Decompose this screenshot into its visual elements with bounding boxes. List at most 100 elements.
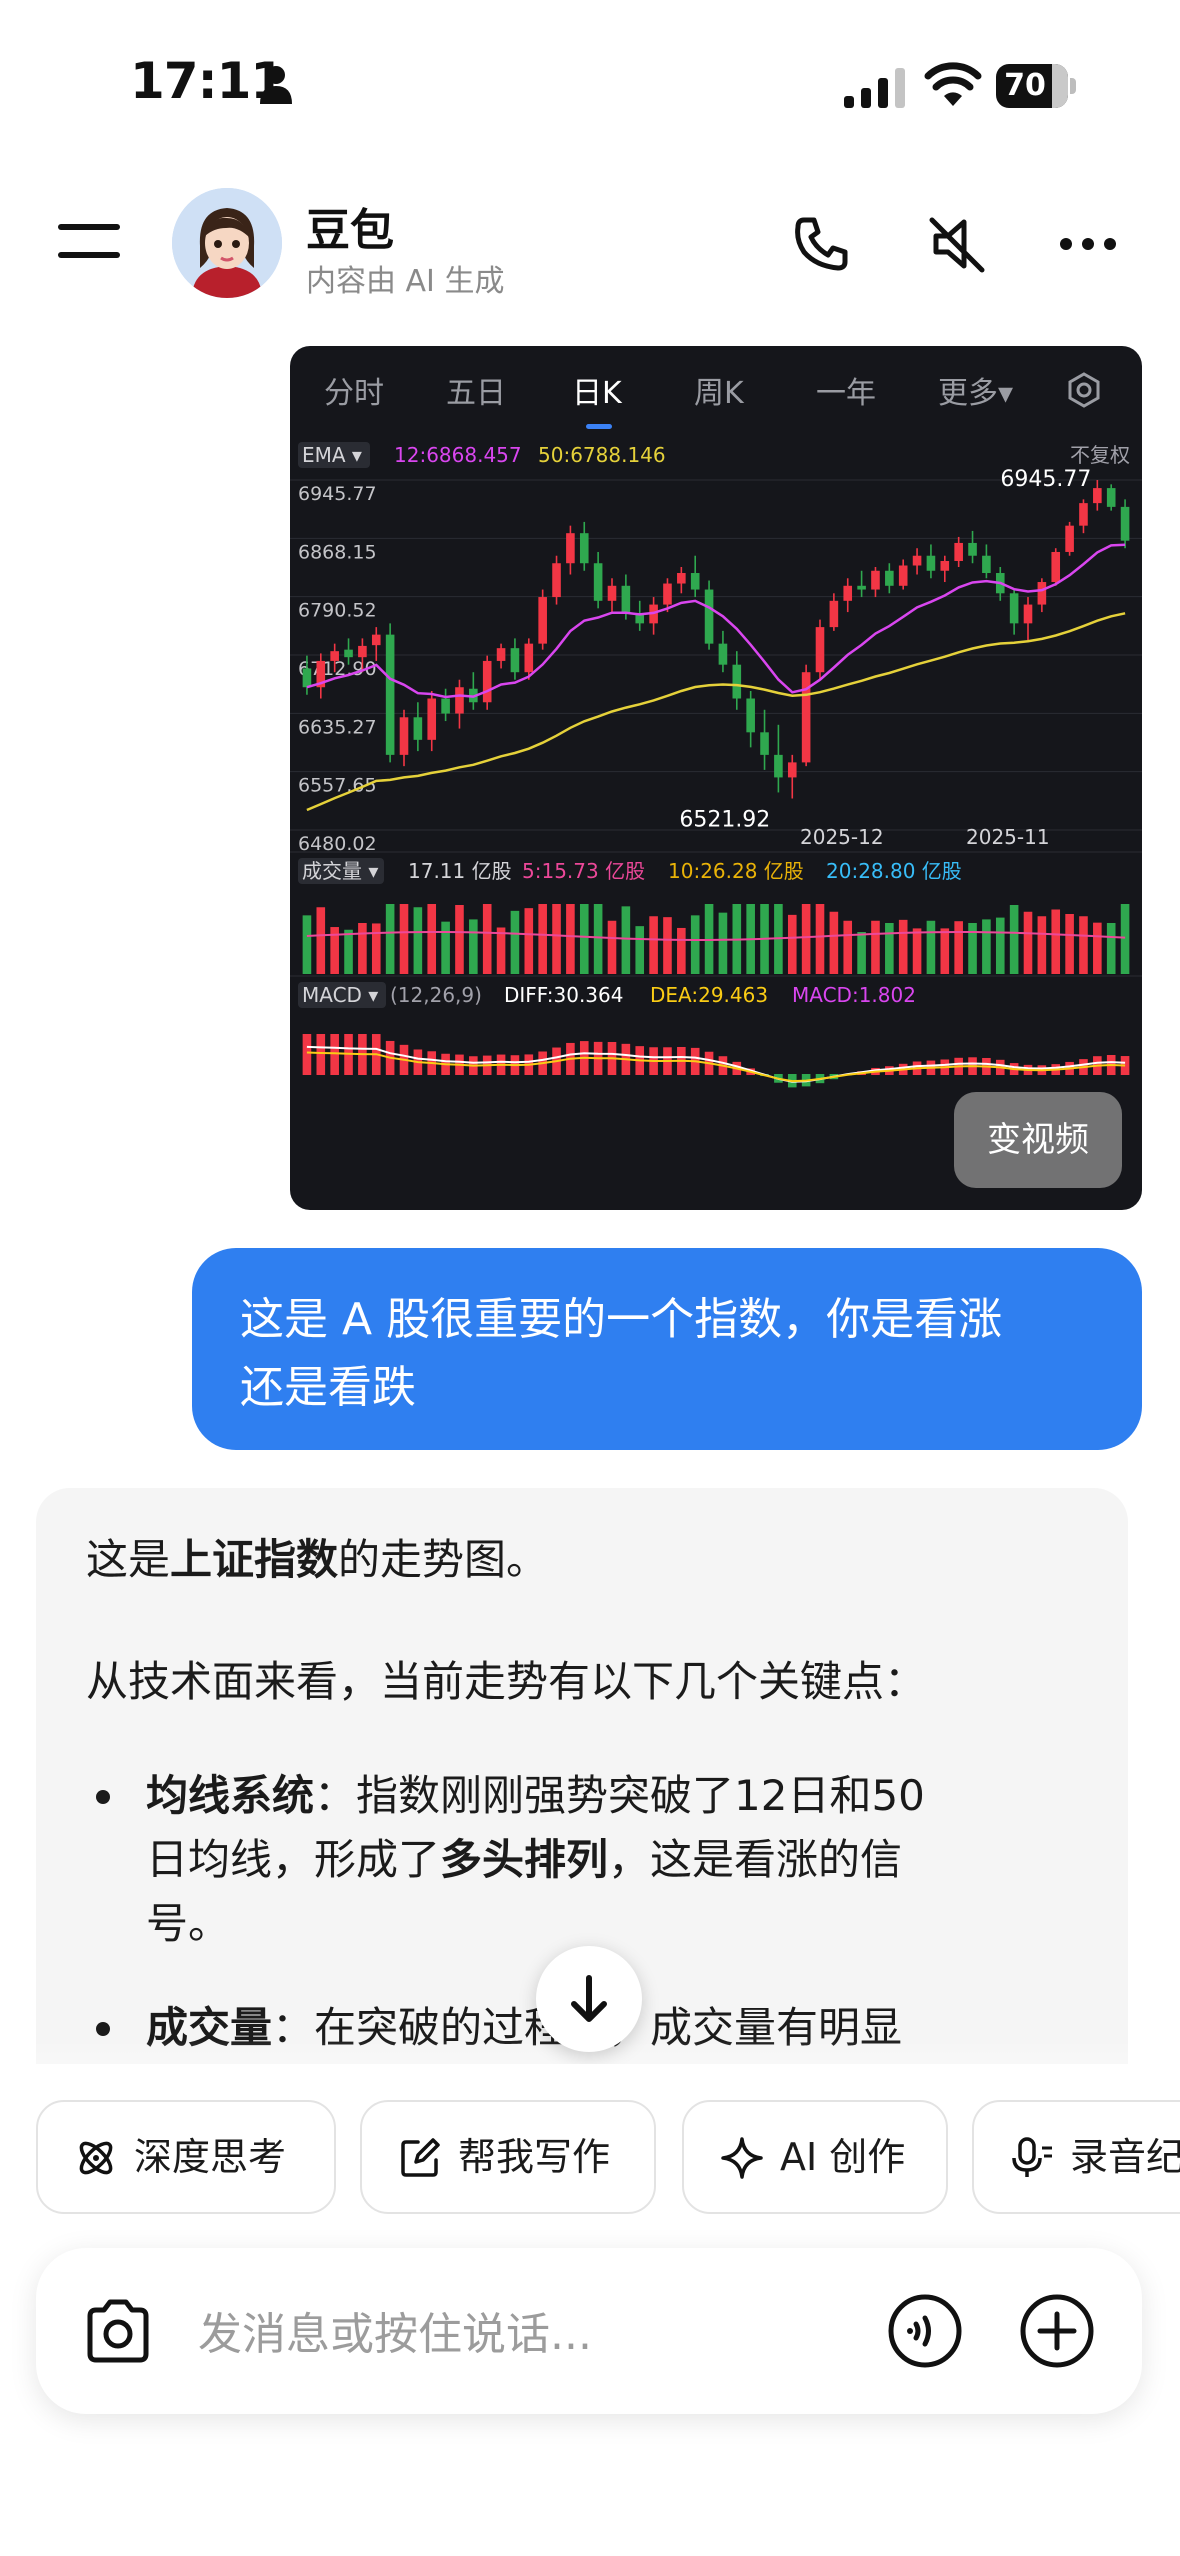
message-input[interactable]: 发消息或按住说话... xyxy=(198,2298,592,2362)
phone-icon[interactable] xyxy=(790,212,854,276)
volume-bar xyxy=(579,904,589,974)
candle-body xyxy=(843,585,853,601)
candle-body xyxy=(1079,503,1088,526)
candle-body xyxy=(968,542,977,556)
volume-bar xyxy=(787,914,797,974)
candle-body xyxy=(399,717,409,755)
volume-bar xyxy=(677,927,686,974)
macd-diff: DIFF:30.364 xyxy=(504,983,623,1007)
camera-icon[interactable] xyxy=(82,2298,154,2364)
volume-bar xyxy=(663,917,672,974)
candle-body xyxy=(815,627,825,673)
candle-body xyxy=(1093,488,1102,504)
volume-bar xyxy=(801,904,811,974)
message-input-bar[interactable]: 发消息或按住说话... xyxy=(36,2248,1142,2414)
candle-body xyxy=(1065,525,1074,552)
settings-icon xyxy=(1068,372,1100,408)
candle-body xyxy=(940,560,950,571)
user-message-bubble[interactable]: 这是 A 股很重要的一个指数，你是看涨 还是看跌 xyxy=(192,1248,1142,1450)
volume-bar xyxy=(593,904,603,974)
deep-think-button[interactable]: 深度思考 xyxy=(36,2100,336,2214)
menu-icon[interactable] xyxy=(58,218,120,262)
volume-bar xyxy=(954,921,963,974)
convert-video-button[interactable]: 变视频 xyxy=(954,1092,1122,1188)
candle-body xyxy=(690,573,700,590)
volume-bar xyxy=(885,923,894,974)
bot-reply-paragraph: 这是上证指数的走势图。 xyxy=(86,1535,549,1584)
volume-bar xyxy=(607,920,617,974)
candle-body xyxy=(385,634,395,755)
avatar[interactable] xyxy=(172,188,282,298)
high-label: 6945.77 xyxy=(1000,467,1091,492)
wifi-icon xyxy=(924,62,982,106)
battery-icon: 70 xyxy=(996,64,1076,108)
candle-body xyxy=(829,600,839,628)
record-button[interactable]: 录音纪 xyxy=(972,2100,1180,2214)
macd-params: (12,26,9) xyxy=(390,983,482,1007)
atom-icon xyxy=(79,2141,113,2175)
help-write-button[interactable]: 帮我写作 xyxy=(360,2100,656,2214)
y-tick-label: 6945.77 xyxy=(298,483,377,505)
macd-label: MACD ▾ xyxy=(302,983,378,1007)
volume-bar xyxy=(1093,922,1102,974)
volume-bar xyxy=(441,921,450,974)
volume-bar xyxy=(566,904,575,974)
voice-call-icon[interactable] xyxy=(886,2292,964,2370)
volume-bar xyxy=(649,916,658,974)
candle-body xyxy=(1037,582,1047,605)
ai-create-button[interactable]: AI 创作 xyxy=(682,2100,948,2214)
volume-bar xyxy=(871,920,880,974)
volume-bar xyxy=(371,923,381,974)
candle-body xyxy=(330,651,339,661)
speaker-muted-icon[interactable] xyxy=(926,212,990,276)
y-tick-label: 6868.15 xyxy=(298,541,377,563)
volume-bar xyxy=(538,904,547,974)
candle-body xyxy=(302,668,312,688)
x-tick-2025-12: 2025-12 xyxy=(800,825,884,849)
candle-body xyxy=(427,698,437,740)
add-icon[interactable] xyxy=(1018,2292,1096,2370)
volume-bar xyxy=(524,908,534,974)
candle-body xyxy=(593,563,603,601)
candle-body xyxy=(552,563,561,598)
volume-bar xyxy=(968,923,977,974)
tab-more: 更多▾ xyxy=(938,376,1014,411)
edit-icon xyxy=(401,2138,440,2177)
candle-body xyxy=(663,583,672,605)
candle-body xyxy=(871,570,880,590)
candle-body xyxy=(1120,506,1130,541)
chart-tabs: 分时 五日 日K 周K 一年 更多▾ xyxy=(290,346,1142,436)
volume-bar xyxy=(843,920,853,974)
volume-bar xyxy=(455,905,464,974)
scroll-to-bottom-button[interactable] xyxy=(536,1946,642,2052)
candle-body xyxy=(1106,488,1116,507)
signal-icon xyxy=(844,68,905,108)
volume-bar xyxy=(1009,905,1019,974)
y-tick-label: 6790.52 xyxy=(298,600,377,622)
volume-bar xyxy=(635,926,645,974)
user-message-line: 这是 A 股很重要的一个指数，你是看涨 xyxy=(240,1294,1003,1345)
volume-bar xyxy=(344,929,353,974)
volume-bar xyxy=(316,907,326,974)
mic-icon xyxy=(1012,2137,1052,2177)
candle-body xyxy=(579,533,589,564)
candle-body xyxy=(926,555,936,571)
more-icon[interactable] xyxy=(1056,212,1120,276)
volume-bar xyxy=(385,904,395,974)
battery-level: 70 xyxy=(1004,68,1046,103)
candle-body xyxy=(982,555,991,574)
tab-one-year: 一年 xyxy=(816,376,876,411)
bullet-dot xyxy=(96,1790,110,1804)
volume-bar xyxy=(413,907,423,974)
volume-bar xyxy=(1079,916,1088,974)
volume-total: 17.11 亿股 xyxy=(408,859,512,883)
candle-body xyxy=(885,570,894,586)
volume-bar xyxy=(1023,911,1033,974)
active-tab-indicator xyxy=(586,424,612,429)
volume-bar xyxy=(982,919,991,974)
volume-bar xyxy=(912,928,922,974)
bot-reply-paragraph: 从技术面来看，当前走势有以下几个关键点： xyxy=(86,1657,927,1706)
volume-bar xyxy=(1106,923,1116,974)
stock-chart-image[interactable]: 分时 五日 日K 周K 一年 更多▾ EMA ▾ 12:6868.457 50:… xyxy=(290,346,1142,1210)
low-label: 6521.92 xyxy=(679,808,770,833)
